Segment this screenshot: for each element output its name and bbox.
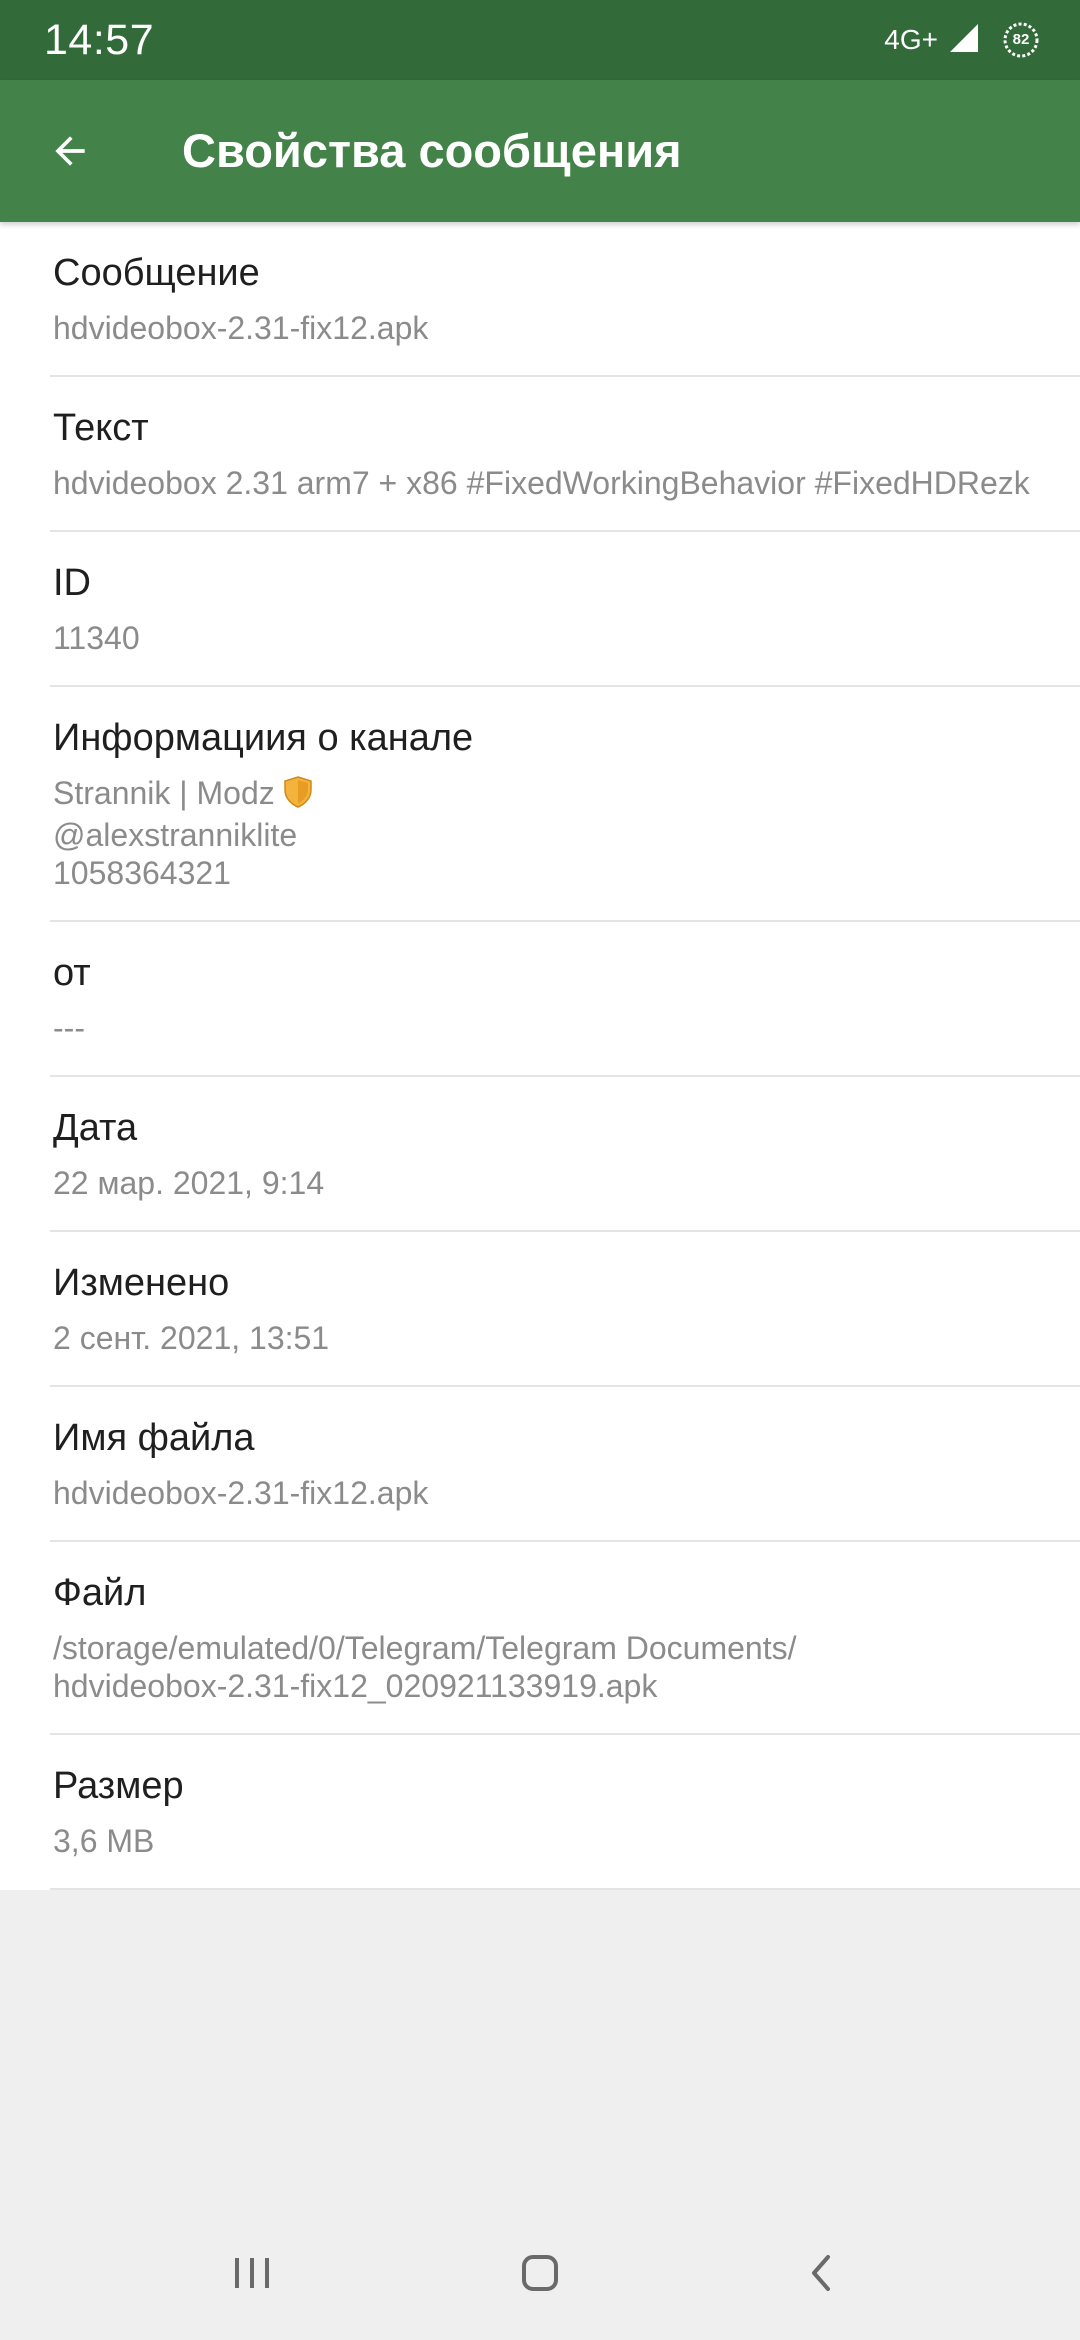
property-value: 22 мар. 2021, 9:14 — [53, 1165, 325, 1201]
system-nav-bar — [0, 2206, 1080, 2340]
property-label: Файл — [53, 1572, 147, 1614]
property-value: hdvideobox 2.31 arm7 + x86 #FixedWorking… — [53, 465, 1030, 501]
property-id[interactable]: ID 11340 — [0, 532, 1080, 687]
property-value: 11340 — [53, 620, 140, 656]
property-label: Информациия о канале — [53, 717, 474, 759]
nav-back-button[interactable] — [770, 2223, 870, 2323]
property-file-name[interactable]: Имя файла hdvideobox-2.31-fix12.apk — [0, 1387, 1080, 1542]
status-time: 14:57 — [44, 16, 155, 64]
property-label: Сообщение — [53, 252, 260, 294]
page-title: Свойства сообщения — [182, 124, 682, 177]
battery-icon: 82 — [1002, 21, 1040, 59]
recents-icon — [235, 2258, 269, 2288]
properties-list: Сообщение hdvideobox-2.31-fix12.apk Текс… — [0, 222, 1080, 1890]
network-type: 4G+ — [884, 24, 938, 55]
channel-id: 1058364321 — [53, 855, 231, 891]
signal-icon — [948, 22, 980, 59]
property-value: hdvideobox-2.31-fix12.apk — [53, 310, 429, 346]
property-label: Текст — [53, 407, 149, 449]
back-icon — [812, 2255, 830, 2291]
property-label: ID — [53, 562, 91, 604]
property-from[interactable]: от --- — [0, 922, 1080, 1077]
arrow-left-icon — [55, 136, 85, 166]
property-label: Размер — [53, 1765, 184, 1807]
property-text[interactable]: Текст hdvideobox 2.31 arm7 + x86 #FixedW… — [0, 377, 1080, 532]
property-label: Дата — [53, 1107, 138, 1149]
property-value: --- — [53, 1010, 85, 1046]
recents-button[interactable] — [202, 2223, 302, 2323]
property-date[interactable]: Дата 22 мар. 2021, 9:14 — [0, 1077, 1080, 1232]
property-channel-info[interactable]: Информациия о канале Strannik | Modz @al… — [0, 687, 1080, 922]
property-value: hdvideobox-2.31-fix12.apk — [53, 1475, 429, 1511]
channel-name-line: Strannik | Modz — [53, 774, 1080, 816]
file-path-line-2: hdvideobox-2.31-fix12_020921133919.apk — [53, 1668, 658, 1704]
app-bar: Свойства сообщения — [0, 80, 1080, 222]
channel-name: Strannik | Modz — [53, 775, 275, 811]
property-value: 3,6 MB — [53, 1823, 155, 1859]
battery-level: 82 — [1012, 31, 1030, 48]
status-bar: 14:57 4G+ 82 — [0, 0, 1080, 80]
property-label: Имя файла — [53, 1417, 255, 1459]
status-indicators: 4G+ 82 — [884, 18, 1040, 62]
property-label: от — [53, 952, 91, 994]
file-path-line-1: /storage/emulated/0/Telegram/Telegram Do… — [53, 1630, 797, 1666]
property-edited[interactable]: Изменено 2 сент. 2021, 13:51 — [0, 1232, 1080, 1387]
property-label: Изменено — [53, 1262, 230, 1304]
channel-username: @alexstranniklite — [53, 817, 298, 853]
back-button[interactable] — [34, 115, 106, 187]
shield-icon — [283, 776, 313, 816]
property-file-path[interactable]: Файл /storage/emulated/0/Telegram/Telegr… — [0, 1542, 1080, 1735]
property-value: 2 сент. 2021, 13:51 — [53, 1320, 330, 1356]
property-size[interactable]: Размер 3,6 MB — [0, 1735, 1080, 1890]
home-icon — [522, 2255, 558, 2291]
property-message[interactable]: Сообщение hdvideobox-2.31-fix12.apk — [0, 222, 1080, 377]
home-button[interactable] — [490, 2223, 590, 2323]
